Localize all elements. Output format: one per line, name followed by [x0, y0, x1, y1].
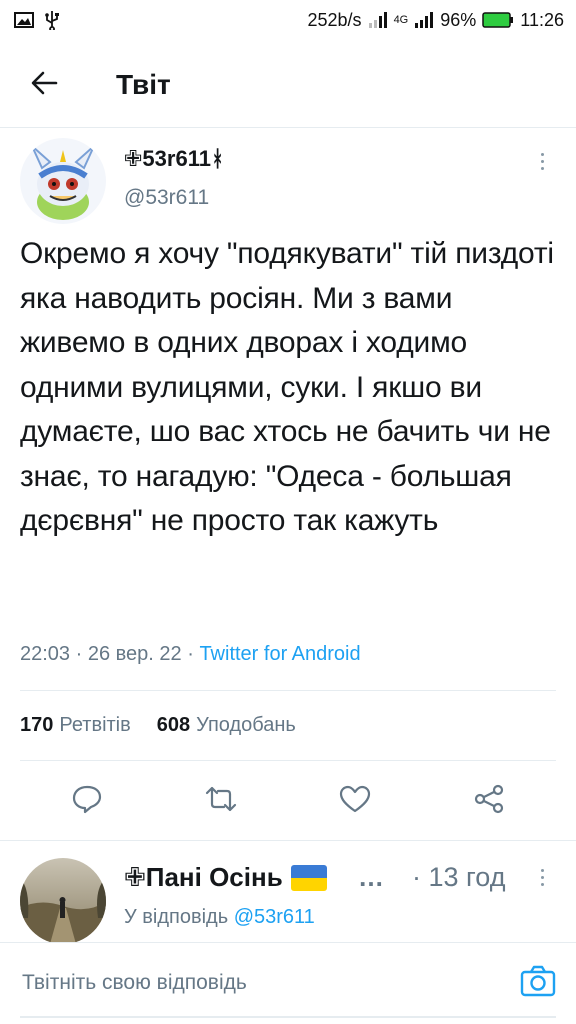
- camera-button[interactable]: [516, 961, 560, 1005]
- back-button[interactable]: [14, 55, 74, 115]
- signal-4g-icon: [414, 11, 434, 29]
- retweet-button[interactable]: [196, 776, 246, 826]
- retweet-icon: [204, 784, 238, 819]
- tweet-actions: [20, 770, 556, 832]
- reply-composer: Твітніть свою відповідь: [0, 943, 576, 1024]
- divider: [20, 690, 556, 691]
- battery-percent: 96%: [440, 9, 477, 30]
- header-divider: [0, 127, 576, 128]
- reply-author-name-text: ✙Пані Осінь: [124, 862, 283, 892]
- status-left: [14, 10, 60, 30]
- time-separator: ·: [412, 862, 421, 892]
- more-dots-icon: [540, 152, 544, 156]
- reply-time-text: 13 год: [428, 862, 506, 892]
- app-header: Твіт: [0, 50, 576, 120]
- tweet-date: 26 вер. 22: [87, 643, 182, 665]
- reply-input[interactable]: Твітніть свою відповідь: [22, 971, 247, 995]
- battery-icon: [482, 11, 514, 29]
- arrow-left-icon: [29, 68, 59, 103]
- like-button[interactable]: [330, 776, 380, 826]
- name-truncation: …: [358, 862, 384, 892]
- reply-to-handle[interactable]: @53r611: [234, 906, 315, 928]
- reply-author-avatar[interactable]: [20, 858, 106, 944]
- retweets-count[interactable]: 170: [20, 714, 53, 737]
- reply-time: · 13 год: [412, 862, 505, 893]
- camera-icon: [520, 965, 556, 1002]
- reply-to: У відповідь @53r611: [124, 906, 315, 929]
- status-bar: 252b/s 4G 96% 11:26: [0, 0, 576, 40]
- reply-more-options-button[interactable]: [530, 862, 554, 892]
- share-button[interactable]: [464, 776, 514, 826]
- reply-to-label: У відповідь: [124, 906, 229, 928]
- tweet-source-link[interactable]: Twitter for Android: [199, 643, 360, 666]
- divider: [20, 760, 556, 761]
- tweet-meta: 22:03 · 26 вер. 22 · Twitter for Android: [20, 643, 361, 666]
- ukraine-flag-icon: [290, 864, 327, 891]
- more-options-button[interactable]: [530, 146, 554, 176]
- more-dots-icon: [540, 868, 544, 872]
- page-title: Твіт: [116, 69, 171, 100]
- author-avatar[interactable]: [20, 138, 106, 224]
- divider: [0, 840, 576, 841]
- author-handle[interactable]: @53r611: [124, 186, 209, 210]
- reply-author-name[interactable]: ✙Пані Осінь: [124, 862, 327, 893]
- likes-count[interactable]: 608: [157, 714, 190, 737]
- tweet-stats: 170 Ретвітів 608 Уподобань: [20, 714, 296, 737]
- network-type: 4G: [393, 14, 409, 26]
- composer-underline: [20, 1016, 556, 1018]
- tweet-time: 22:03: [20, 643, 71, 665]
- signal-icon: [368, 11, 388, 29]
- share-icon: [473, 784, 505, 819]
- likes-label[interactable]: Уподобань: [196, 714, 296, 737]
- reply-icon: [71, 784, 103, 819]
- meta-separator: ·: [70, 643, 88, 665]
- usb-icon: [44, 10, 60, 30]
- like-icon: [339, 784, 371, 819]
- clock: 11:26: [520, 9, 564, 30]
- network-speed: 252b/s: [307, 9, 362, 30]
- status-right: 252b/s 4G 96% 11:26: [308, 10, 564, 31]
- meta-separator: ·: [181, 643, 200, 665]
- reply-button[interactable]: [62, 776, 112, 826]
- retweets-label[interactable]: Ретвітів: [59, 714, 130, 737]
- image-icon: [14, 12, 34, 28]
- author-name[interactable]: ✙53r611ᚼ: [124, 146, 224, 172]
- tweet-text: Окремо я хочу "подякувати" тій пиздоті я…: [20, 237, 554, 537]
